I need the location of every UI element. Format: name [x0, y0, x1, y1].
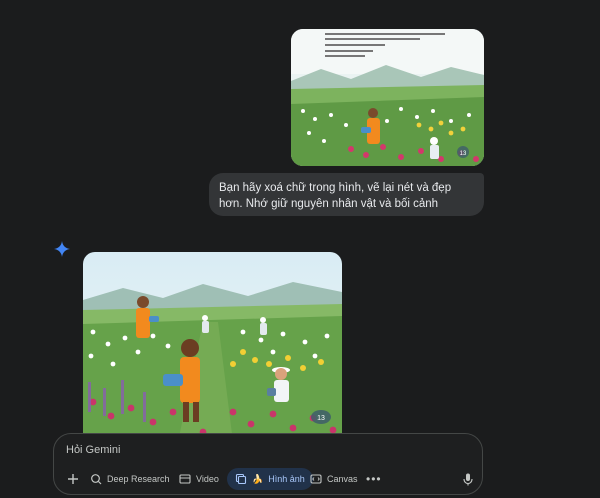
- microphone-icon: [463, 473, 473, 485]
- prompt-input-placeholder[interactable]: Hỏi Gemini: [66, 444, 120, 456]
- plus-icon: [68, 474, 78, 484]
- canvas-button[interactable]: Canvas: [302, 468, 366, 490]
- deep-research-button[interactable]: Deep Research: [82, 468, 178, 490]
- canvas-label: Canvas: [327, 474, 358, 484]
- more-tools-button[interactable]: •••: [366, 468, 382, 490]
- deep-research-label: Deep Research: [107, 474, 170, 484]
- video-icon: [179, 474, 191, 484]
- garden-illustration: 13: [291, 29, 484, 166]
- generated-image[interactable]: 13: [83, 252, 342, 442]
- image-tool-button[interactable]: 🍌 Hình ảnh: [227, 468, 313, 490]
- canvas-icon: [310, 474, 322, 484]
- uploaded-image[interactable]: 13: [291, 29, 484, 166]
- banana-icon: 🍌: [252, 473, 264, 484]
- microphone-button[interactable]: [460, 468, 476, 490]
- generated-garden-illustration: 13: [83, 252, 342, 442]
- image-tool-label: Hình ảnh: [268, 474, 305, 484]
- image-icon: [235, 473, 247, 485]
- video-button[interactable]: Video: [171, 468, 227, 490]
- child-in-white-hat: [430, 137, 439, 159]
- user-message-bubble: Bạn hãy xoá chữ trong hình, vẽ lại nét v…: [209, 173, 484, 216]
- generated-page-number: 13: [317, 415, 325, 422]
- input-toolbar: Deep Research Video 🍌 Hình ảnh Canvas ••…: [54, 468, 482, 490]
- page-number: 13: [460, 151, 467, 157]
- add-button[interactable]: [62, 468, 84, 490]
- video-label: Video: [196, 474, 219, 484]
- gemini-spark-icon: [54, 241, 70, 257]
- deep-research-icon: [91, 474, 102, 485]
- prompt-input-box[interactable]: Hỏi Gemini Deep Research Video 🍌 Hình ản…: [53, 433, 483, 495]
- user-message-text: Bạn hãy xoá chữ trong hình, vẽ lại nét v…: [219, 182, 452, 210]
